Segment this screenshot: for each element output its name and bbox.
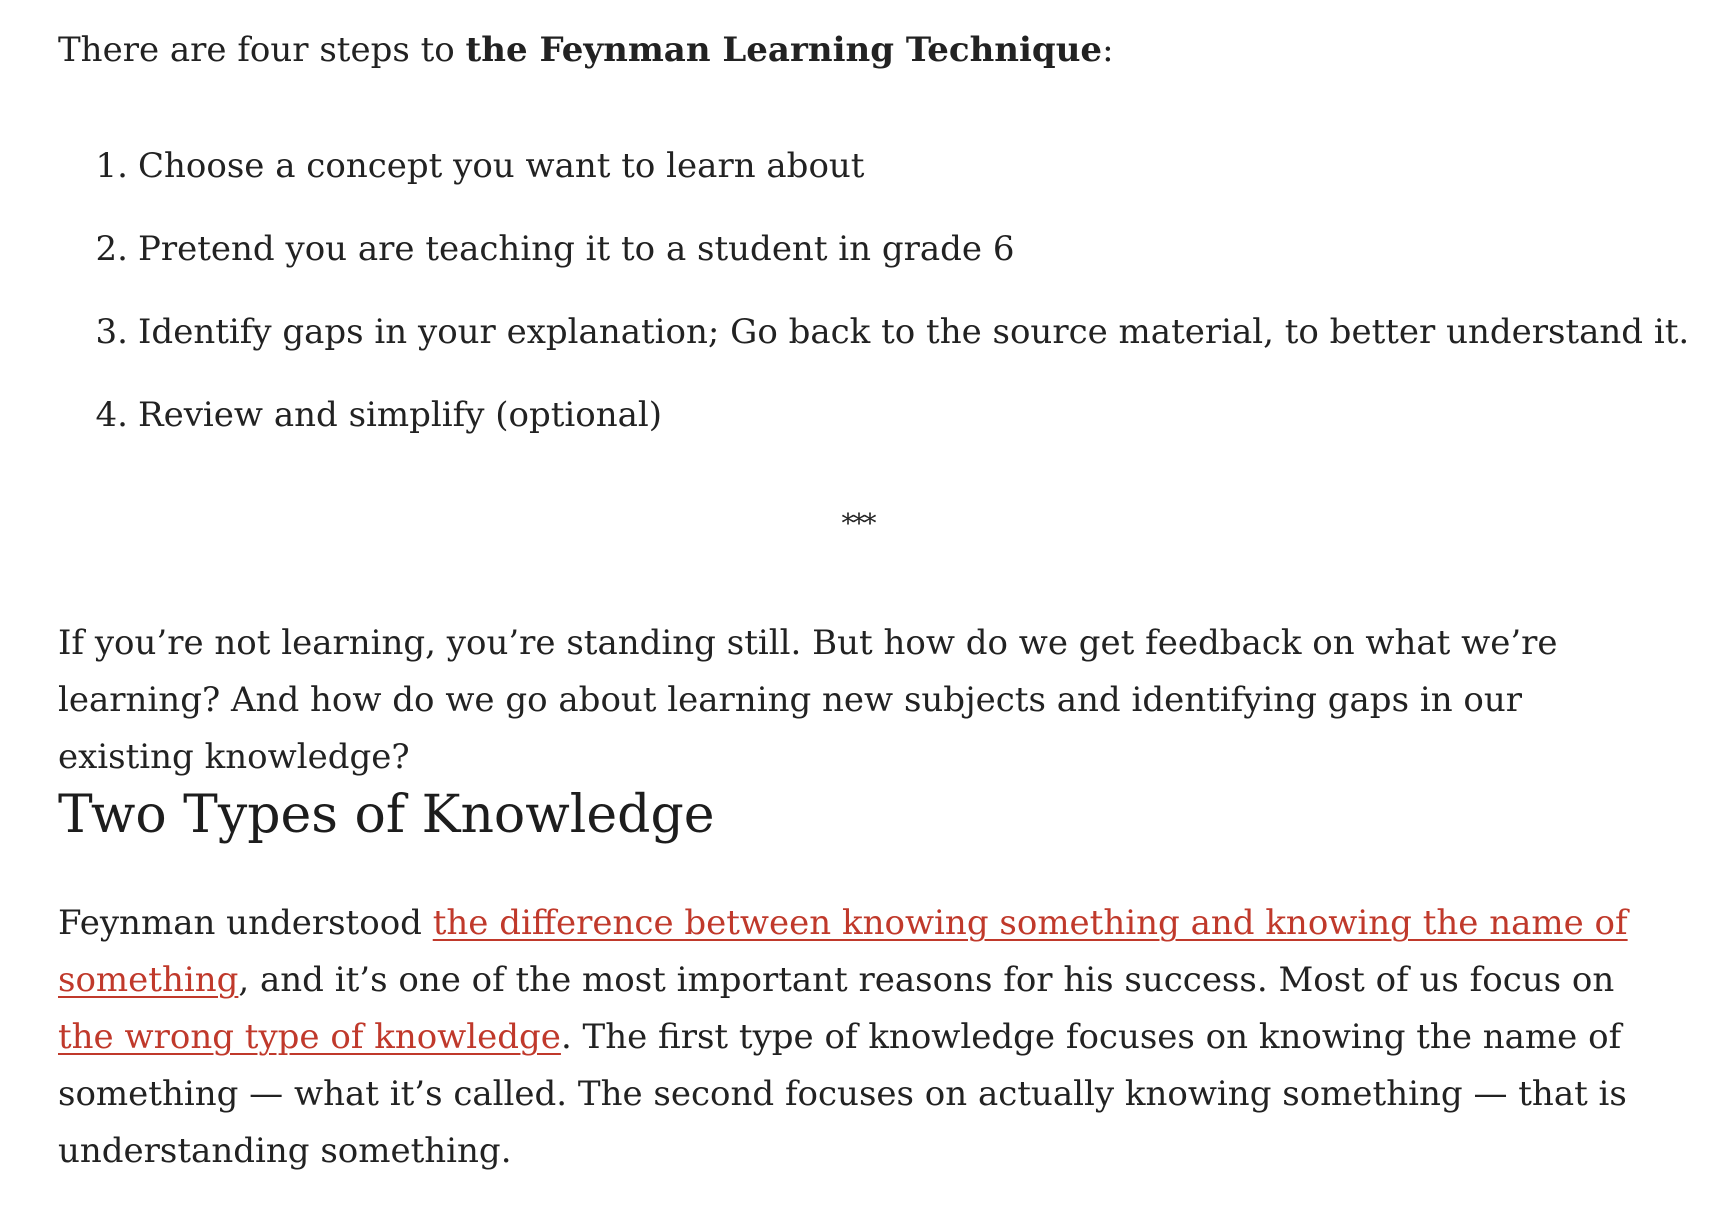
- article-body: There are four steps to the Feynman Lear…: [0, 0, 1716, 1214]
- steps-list: 1. Choose a concept you want to learn ab…: [58, 140, 1690, 472]
- list-item-text: Pretend you are teaching it to a student…: [138, 229, 1015, 269]
- list-item-number: 2.: [95, 229, 128, 269]
- section-separator: ***: [841, 509, 877, 539]
- intro-paragraph: There are four steps to the Feynman Lear…: [58, 24, 1114, 76]
- list-item: 1. Choose a concept you want to learn ab…: [58, 140, 1689, 223]
- list-item: 2. Pretend you are teaching it to a stud…: [58, 223, 1689, 306]
- section-paragraph: Feynman understood the difference betwee…: [58, 895, 1668, 1180]
- list-item-number: 1.: [95, 146, 128, 186]
- list-item-text: Choose a concept you want to learn about: [138, 146, 865, 186]
- intro-trail: :: [1102, 30, 1114, 70]
- section-heading: Two Types of Knowledge: [58, 785, 715, 845]
- list-item-text: Identify gaps in your explanation; Go ba…: [138, 312, 1690, 352]
- list-item-number: 3.: [95, 312, 128, 352]
- list-item: 3. Identify gaps in your explanation; Go…: [58, 306, 1690, 389]
- list-item-text: Review and simplify (optional): [138, 395, 663, 435]
- list-item: 4. Review and simplify (optional): [58, 389, 1689, 472]
- paragraph-text: , and it’s one of the most important rea…: [238, 960, 1615, 1000]
- paragraph-text: Feynman understood: [58, 903, 433, 943]
- link-wrong-type-knowledge[interactable]: the wrong type of knowledge: [58, 1017, 561, 1057]
- body-paragraph: If you’re not learning, you’re standing …: [58, 623, 1558, 777]
- intro-lead: There are four steps to: [58, 30, 466, 70]
- list-item-number: 4.: [95, 395, 128, 435]
- intro-bold-term: the Feynman Learning Technique: [465, 30, 1103, 70]
